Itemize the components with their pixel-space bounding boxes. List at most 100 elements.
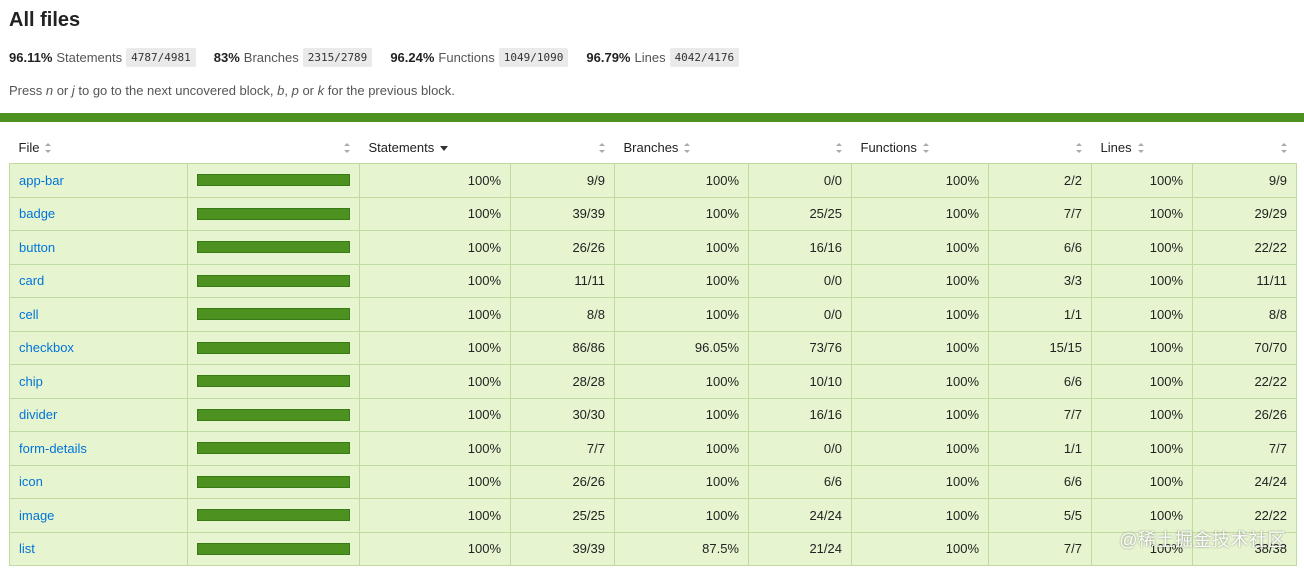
lines-pct-cell: 100% [1091, 364, 1193, 399]
file-link[interactable]: form-details [19, 441, 87, 456]
column-header-file-bar[interactable] [188, 131, 360, 164]
hint-key-n: n [45, 83, 54, 98]
functions-fraction-cell: 5/5 [988, 498, 1092, 533]
branches-fraction-cell: 24/24 [748, 498, 852, 533]
branches-fraction-cell: 10/10 [748, 364, 852, 399]
sort-desc-icon[interactable] [440, 143, 449, 153]
column-header-branches-label: Branches [623, 139, 679, 155]
branches-pct-cell: 87.5% [614, 531, 749, 566]
file-cell: list [9, 531, 188, 566]
file-cell: badge [9, 196, 188, 231]
file-link[interactable]: badge [19, 206, 55, 221]
branches-fraction-cell: 16/16 [748, 230, 852, 265]
file-link[interactable]: divider [19, 407, 57, 422]
lines-pct-cell: 100% [1091, 397, 1193, 432]
statements-pct-cell: 100% [359, 230, 511, 265]
lines-fraction-cell: 8/8 [1192, 297, 1297, 332]
functions-pct-cell: 100% [851, 397, 989, 432]
sort-icon[interactable] [598, 143, 606, 153]
file-link[interactable]: list [19, 541, 35, 556]
coverage-bar [197, 375, 350, 388]
table-row: app-bar 100% 9/9 100% 0/0 100% 2/2 100% 9/9 [9, 163, 1297, 198]
sort-icon[interactable] [1137, 143, 1145, 154]
summary-lines-pct: 96.79% [586, 49, 631, 65]
functions-pct-cell: 100% [851, 196, 989, 231]
statements-fraction-cell: 39/39 [510, 531, 615, 566]
column-header-functions[interactable]: Functions [852, 131, 989, 164]
lines-pct-cell: 100% [1091, 230, 1193, 265]
lines-fraction-cell: 22/22 [1192, 364, 1297, 399]
file-link[interactable]: image [19, 508, 54, 523]
column-header-branches[interactable]: Branches [615, 131, 749, 164]
column-header-functions-raw[interactable] [989, 131, 1092, 164]
column-header-statements[interactable]: Statements [360, 131, 511, 164]
file-link[interactable]: button [19, 240, 55, 255]
file-link[interactable]: chip [19, 374, 43, 389]
table-row: list 100% 39/39 87.5% 21/24 100% 7/7 100% 38/38 [9, 531, 1297, 566]
sort-icon[interactable] [1280, 143, 1288, 153]
hint-text: to go to the next uncovered block, [74, 83, 278, 98]
functions-pct-cell: 100% [851, 163, 989, 198]
table-header-row: File Statements Branches Functions Lines [10, 131, 1297, 164]
sort-icon[interactable] [835, 143, 843, 153]
branches-fraction-cell: 6/6 [748, 464, 852, 499]
sort-icon[interactable] [1075, 143, 1083, 153]
statements-fraction-cell: 30/30 [510, 397, 615, 432]
coverage-bar [197, 542, 350, 555]
file-link[interactable]: cell [19, 307, 39, 322]
statements-fraction-cell: 26/26 [510, 464, 615, 499]
keyboard-hint: Press n or j to go to the next uncovered… [9, 83, 1295, 98]
column-header-statements-raw[interactable] [511, 131, 615, 164]
file-cell: checkbox [9, 330, 188, 365]
coverage-bar [197, 241, 350, 254]
lines-fraction-cell: 11/11 [1192, 263, 1297, 298]
sort-icon[interactable] [45, 143, 52, 154]
file-link[interactable]: app-bar [19, 173, 64, 188]
column-header-functions-label: Functions [860, 139, 917, 155]
functions-fraction-cell: 6/6 [988, 464, 1092, 499]
coverage-bar-cell [187, 431, 360, 466]
functions-pct-cell: 100% [851, 498, 989, 533]
statements-fraction-cell: 39/39 [510, 196, 615, 231]
functions-fraction-cell: 6/6 [988, 230, 1092, 265]
sort-icon[interactable] [343, 143, 351, 153]
column-header-lines-raw[interactable] [1193, 131, 1297, 164]
statements-fraction-cell: 9/9 [510, 163, 615, 198]
branches-fraction-cell: 0/0 [748, 431, 852, 466]
lines-pct-cell: 100% [1091, 263, 1193, 298]
statements-pct-cell: 100% [359, 330, 511, 365]
statements-fraction-cell: 7/7 [510, 431, 615, 466]
functions-fraction-cell: 7/7 [988, 196, 1092, 231]
file-cell: divider [9, 397, 188, 432]
statements-pct-cell: 100% [359, 163, 511, 198]
coverage-bar [197, 308, 350, 321]
sort-icon[interactable] [922, 143, 930, 154]
file-cell: image [9, 498, 188, 533]
summary-lines: 96.79% Lines 4042/4176 [586, 47, 740, 67]
lines-pct-cell: 100% [1091, 330, 1193, 365]
file-link[interactable]: card [19, 273, 44, 288]
column-header-branches-raw[interactable] [749, 131, 852, 164]
summary-statements-label: Statements [56, 49, 123, 65]
functions-pct-cell: 100% [851, 364, 989, 399]
functions-pct-cell: 100% [851, 263, 989, 298]
file-link[interactable]: checkbox [19, 340, 74, 355]
column-header-file[interactable]: File [10, 131, 188, 164]
hint-key-p: p [291, 83, 299, 98]
coverage-bar-cell [187, 163, 360, 198]
file-cell: icon [9, 464, 188, 499]
watermark: @稀土掘金技术社区 [1119, 530, 1286, 550]
table-row: cell 100% 8/8 100% 0/0 100% 1/1 100% 8/8 [9, 297, 1297, 332]
column-header-lines[interactable]: Lines [1092, 131, 1193, 164]
sort-icon[interactable] [684, 143, 691, 154]
column-header-file-label: File [18, 139, 40, 155]
functions-fraction-cell: 6/6 [988, 364, 1092, 399]
statements-pct-cell: 100% [359, 498, 511, 533]
table-row: icon 100% 26/26 100% 6/6 100% 6/6 100% 24/24 [9, 464, 1297, 499]
branches-fraction-cell: 0/0 [748, 263, 852, 298]
file-link[interactable]: icon [19, 474, 43, 489]
lines-fraction-cell: 29/29 [1192, 196, 1297, 231]
branches-fraction-cell: 25/25 [748, 196, 852, 231]
coverage-bar-cell [187, 263, 360, 298]
table-row: card 100% 11/11 100% 0/0 100% 3/3 100% 11/11 [9, 263, 1297, 298]
